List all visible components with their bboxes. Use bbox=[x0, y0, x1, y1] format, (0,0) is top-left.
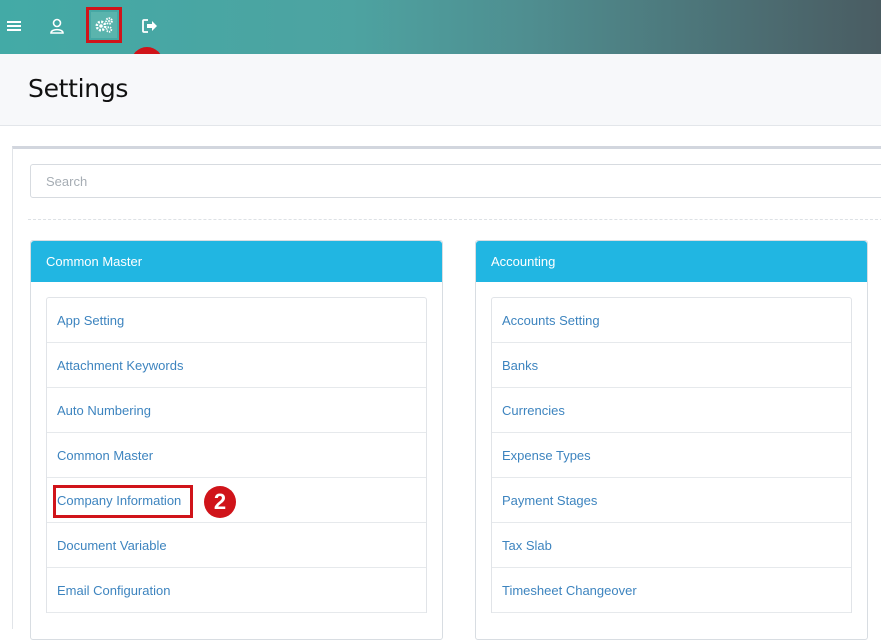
highlight-box bbox=[86, 7, 122, 43]
list-item-timesheet-changeover[interactable]: Timesheet Changeover bbox=[492, 568, 851, 613]
list-item-expense-types[interactable]: Expense Types bbox=[492, 433, 851, 478]
panel-common-master: Common Master App Setting Attachment Key… bbox=[30, 240, 443, 640]
logout-icon bbox=[142, 19, 157, 33]
logout-button[interactable] bbox=[133, 9, 167, 43]
list-item-currencies[interactable]: Currencies bbox=[492, 388, 851, 433]
settings-list: Accounts Setting Banks Currencies Expens… bbox=[491, 297, 852, 613]
list-item-tax-slab[interactable]: Tax Slab bbox=[492, 523, 851, 568]
page-title: Settings bbox=[28, 74, 129, 103]
list-item-auto-numbering[interactable]: Auto Numbering bbox=[47, 388, 426, 433]
step-marker-2: 2 bbox=[204, 486, 236, 518]
top-navbar bbox=[0, 0, 881, 54]
menu-toggle-button[interactable] bbox=[0, 9, 28, 43]
list-item-app-setting[interactable]: App Setting bbox=[47, 298, 426, 343]
list-item-banks[interactable]: Banks bbox=[492, 343, 851, 388]
highlight-box bbox=[53, 485, 193, 518]
menu-icon bbox=[7, 21, 21, 31]
list-item-attachment-keywords[interactable]: Attachment Keywords bbox=[47, 343, 426, 388]
profile-button[interactable] bbox=[40, 9, 74, 43]
settings-list: App Setting Attachment Keywords Auto Num… bbox=[46, 297, 427, 613]
list-item-accounts-setting[interactable]: Accounts Setting bbox=[492, 298, 851, 343]
panel-header: Common Master bbox=[31, 241, 442, 282]
list-item-company-information[interactable]: Company Information bbox=[47, 478, 426, 523]
divider bbox=[28, 219, 881, 220]
page-header: Settings bbox=[0, 54, 881, 126]
panel-accounting: Accounting Accounts Setting Banks Curren… bbox=[475, 240, 868, 640]
list-item-document-variable[interactable]: Document Variable bbox=[47, 523, 426, 568]
panel-header: Accounting bbox=[476, 241, 867, 282]
user-icon bbox=[50, 18, 64, 34]
list-item-payment-stages[interactable]: Payment Stages bbox=[492, 478, 851, 523]
settings-button[interactable] bbox=[86, 7, 122, 43]
search-input[interactable] bbox=[30, 164, 881, 198]
list-item-email-configuration[interactable]: Email Configuration bbox=[47, 568, 426, 613]
list-item-common-master[interactable]: Common Master bbox=[47, 433, 426, 478]
